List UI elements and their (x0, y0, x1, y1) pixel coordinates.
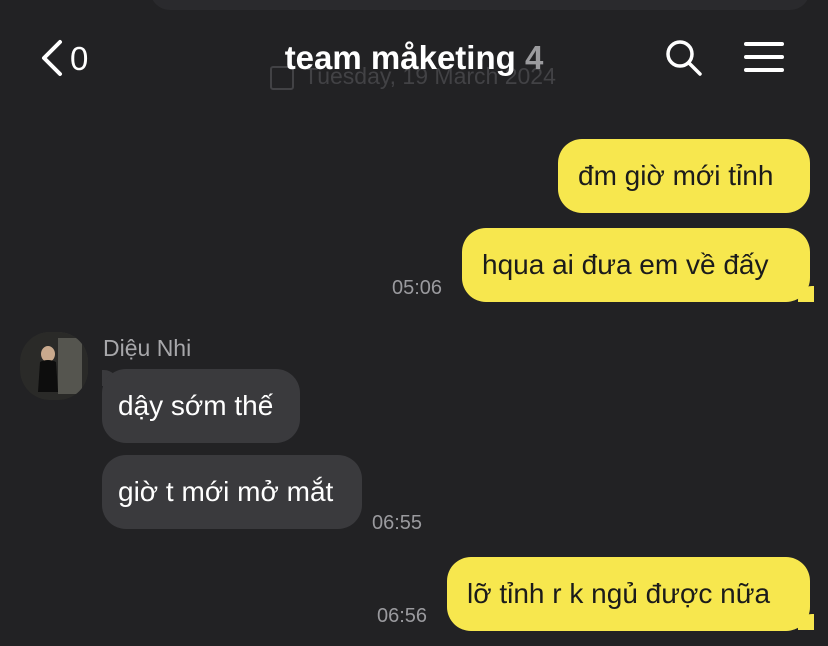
message-bubble-incoming[interactable]: dậy sớm thế (102, 369, 300, 443)
chat-header: 0 Tuesday, 19 March 2024 team måketing 4 (0, 0, 828, 115)
search-button[interactable] (664, 38, 704, 78)
message-text: dậy sớm thế (118, 390, 274, 421)
message-timestamp: 05:06 (392, 277, 443, 299)
user-avatar[interactable] (20, 332, 88, 400)
avatar-image (20, 332, 88, 400)
message-text: giờ t mới mở mắt (118, 476, 334, 507)
message-bubble-outgoing[interactable]: hqua ai đưa em về đấy (462, 228, 810, 302)
member-count: 4 (524, 39, 544, 76)
menu-line (744, 55, 784, 59)
message-bubble-outgoing[interactable]: đm giờ mới tỉnh (558, 139, 810, 213)
chat-name: team måketing (284, 39, 516, 76)
menu-button[interactable] (744, 42, 784, 74)
message-bubble-outgoing[interactable]: lỡ tỉnh r k ngủ được nữa (447, 557, 810, 631)
search-icon (666, 40, 702, 76)
menu-line (744, 68, 784, 72)
menu-line (744, 42, 784, 46)
message-timestamp: 06:55 (372, 512, 423, 534)
message-text: hqua ai đưa em về đấy (482, 249, 769, 280)
message-text: lỡ tỉnh r k ngủ được nữa (467, 578, 771, 609)
message-bubble-incoming[interactable]: giờ t mới mở mắt (102, 455, 362, 529)
message-timestamp: 06:56 (377, 605, 428, 627)
previous-content-ghost (150, 0, 810, 10)
sender-name: Diệu Nhi (103, 335, 192, 361)
message-text: đm giờ mới tỉnh (578, 160, 774, 191)
